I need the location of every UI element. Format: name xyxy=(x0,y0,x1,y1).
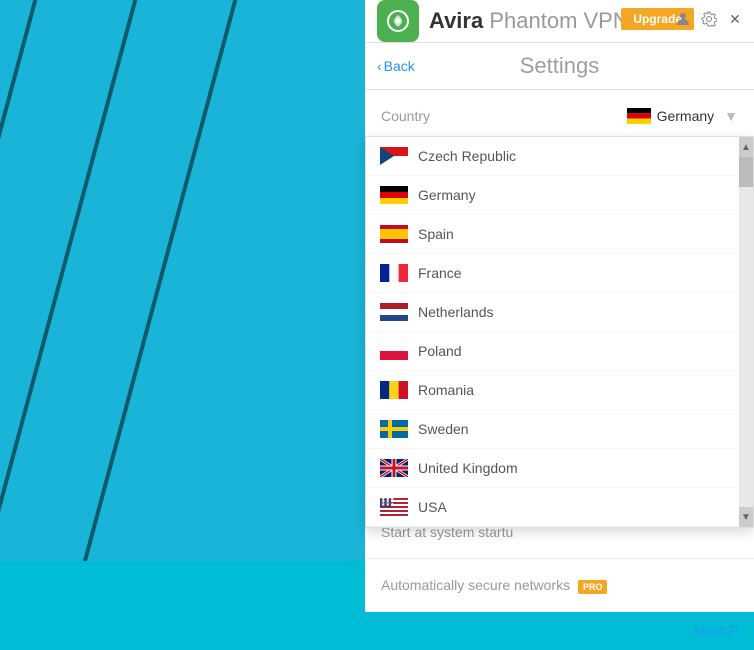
auto-secure-label: Automatically secure networks PRO xyxy=(381,577,607,593)
scrollbar-track xyxy=(739,157,753,507)
settings-content: Country Germany ▼ xyxy=(365,90,754,612)
country-dropdown[interactable]: Czech Republic Germany xyxy=(365,136,754,528)
dropdown-item-uk[interactable]: United Kingdom xyxy=(366,449,739,488)
country-row: Country Germany ▼ xyxy=(365,90,754,143)
dropdown-item-se[interactable]: Sweden xyxy=(366,410,739,449)
uk-flag-icon xyxy=(380,459,408,477)
close-icon[interactable]: ✕ xyxy=(724,8,746,30)
es-flag-icon xyxy=(380,225,408,243)
svg-text:★★★: ★★★ xyxy=(381,498,395,503)
vpn-logo-icon xyxy=(386,9,410,33)
us-flag-icon: ★★★ ★★ ★★★ xyxy=(380,498,408,516)
title-bar: Avira Phantom VPN Upgrade ✕ xyxy=(365,0,754,43)
gear-icon[interactable] xyxy=(698,8,720,30)
pl-flag-icon xyxy=(380,342,408,360)
se-flag-icon xyxy=(380,420,408,438)
back-chevron-icon: ‹ xyxy=(377,58,382,74)
page-title: Settings xyxy=(520,53,600,79)
pro-badge: PRO xyxy=(578,580,608,594)
scrollbar-down-button[interactable]: ▼ xyxy=(739,507,753,527)
auto-secure-row: Automatically secure networks PRO xyxy=(365,559,754,612)
de-flag-icon xyxy=(380,186,408,204)
back-button[interactable]: ‹ Back xyxy=(377,58,415,74)
scrollbar-thumb[interactable] xyxy=(739,157,753,187)
cz-flag-icon xyxy=(380,147,408,165)
app-title: Avira Phantom VPN xyxy=(429,8,629,34)
dropdown-item-us[interactable]: ★★★ ★★ ★★★ USA xyxy=(366,488,739,527)
footer: About P xyxy=(365,612,754,650)
bg-decoration xyxy=(53,0,264,561)
germany-flag-icon xyxy=(627,108,651,124)
dropdown-item-ro[interactable]: Romania xyxy=(366,371,739,410)
dropdown-item-pl[interactable]: Poland xyxy=(366,332,739,371)
title-bar-actions: ✕ xyxy=(672,8,746,30)
about-link[interactable]: About P xyxy=(692,623,738,638)
app-background xyxy=(0,0,370,561)
country-selector[interactable]: Germany ▼ xyxy=(627,108,738,124)
dropdown-item-cz[interactable]: Czech Republic xyxy=(366,137,739,176)
user-icon[interactable] xyxy=(672,8,694,30)
dropdown-item-fr[interactable]: France xyxy=(366,254,739,293)
nl-flag-icon xyxy=(380,303,408,321)
ro-flag-icon xyxy=(380,381,408,399)
dropdown-item-es[interactable]: Spain xyxy=(366,215,739,254)
bg-decoration xyxy=(0,0,164,561)
app-logo xyxy=(377,0,419,42)
page-header: ‹ Back Settings xyxy=(365,43,754,90)
scrollbar-up-button[interactable]: ▲ xyxy=(739,137,753,157)
dropdown-list: Czech Republic Germany xyxy=(366,137,753,527)
fr-flag-icon xyxy=(380,264,408,282)
dropdown-scrollbar[interactable]: ▲ ▼ xyxy=(739,137,753,527)
bg-decoration xyxy=(0,0,64,561)
country-label: Country xyxy=(381,108,430,124)
dropdown-item-nl[interactable]: Netherlands xyxy=(366,293,739,332)
app-panel: Avira Phantom VPN Upgrade ✕ ‹ Ba xyxy=(365,0,754,561)
chevron-down-icon: ▼ xyxy=(724,108,738,124)
dropdown-item-de[interactable]: Germany xyxy=(366,176,739,215)
